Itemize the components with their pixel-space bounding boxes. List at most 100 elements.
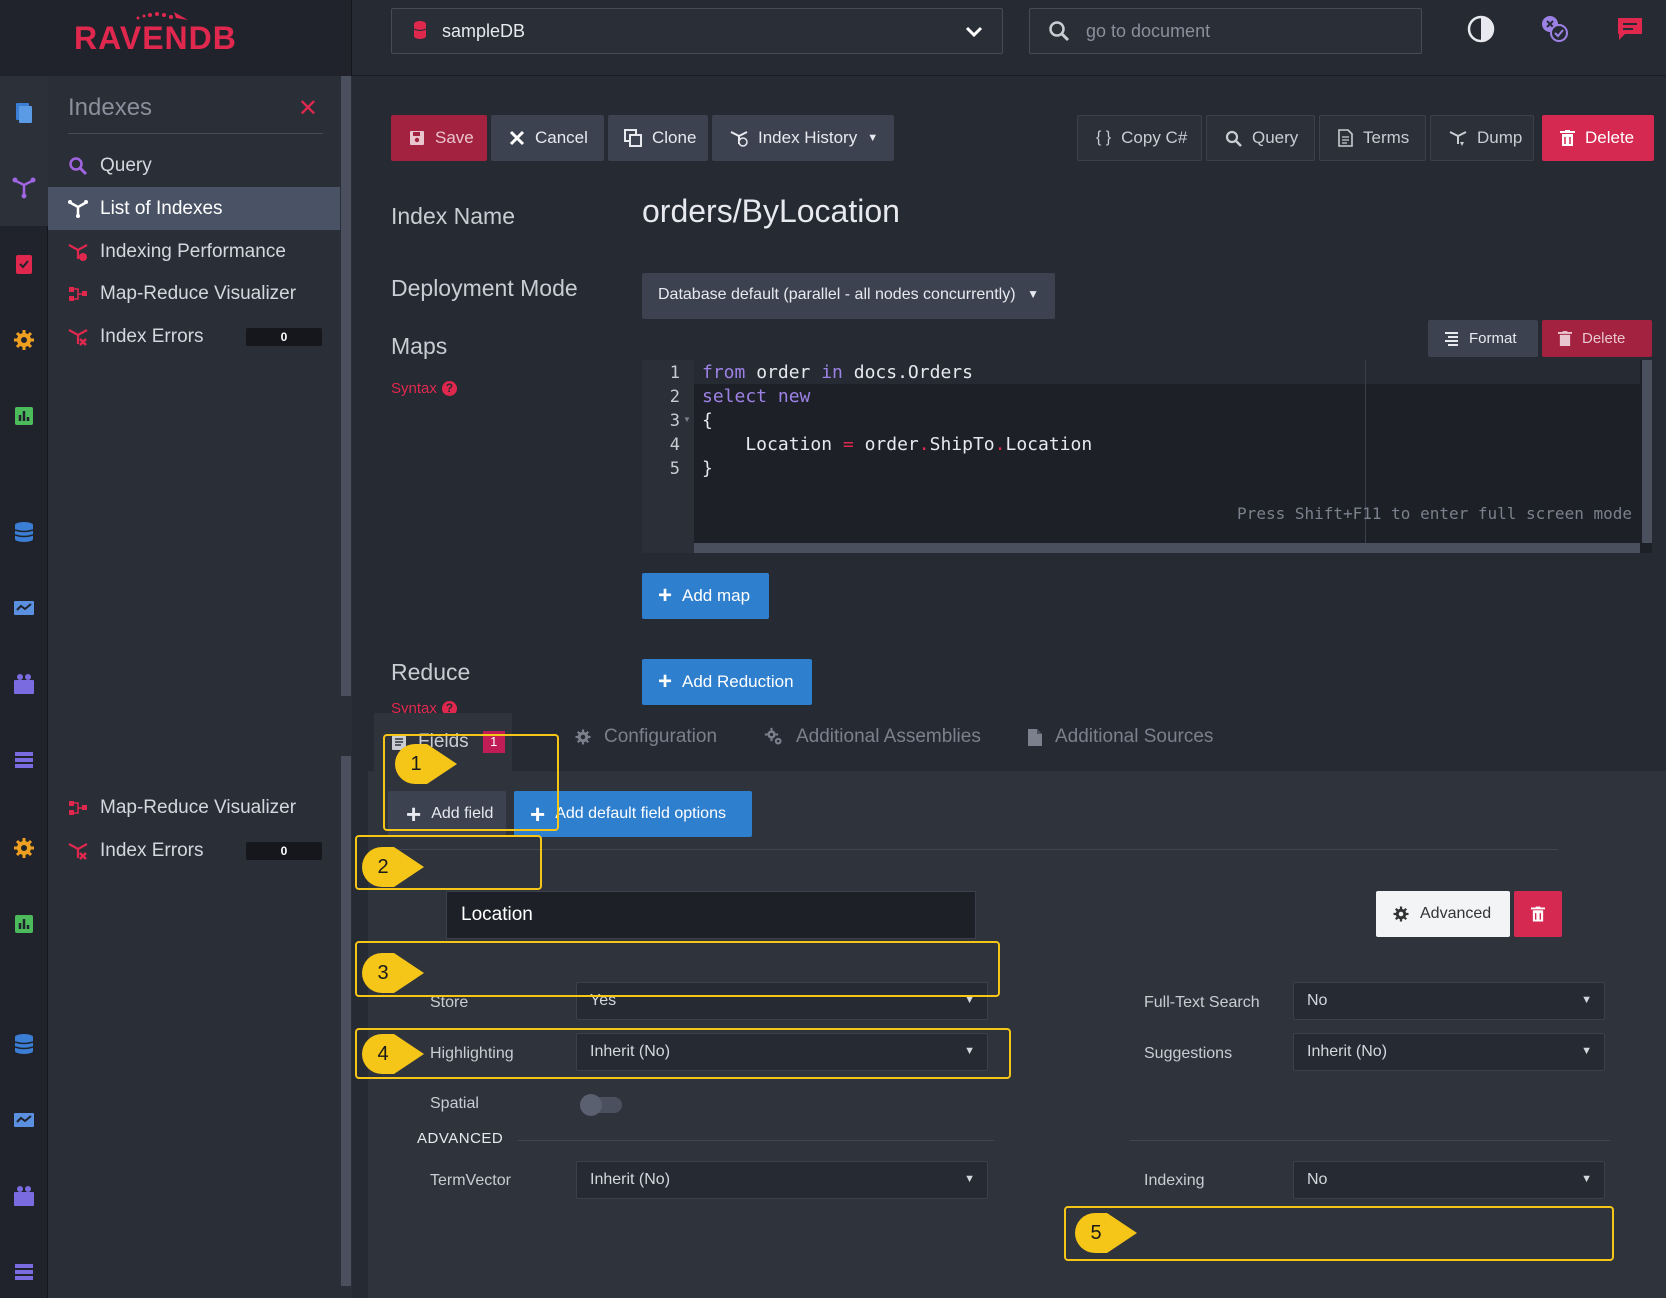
search-input[interactable]	[1086, 17, 1406, 45]
terms-button[interactable]: Terms	[1319, 115, 1426, 161]
copy-csharp-label: Copy C#	[1121, 128, 1188, 147]
field-name-input[interactable]	[446, 891, 976, 939]
suggestions-dropdown[interactable]: Inherit (No) ▼	[1293, 1033, 1605, 1071]
side-panel-scrollbar[interactable]	[340, 76, 352, 1298]
database-name: sampleDB	[442, 21, 526, 41]
deployment-mode-dropdown[interactable]: Database default (parallel - all nodes c…	[642, 273, 1055, 319]
tasks-clipboard-icon[interactable]	[12, 252, 36, 276]
add-map-button[interactable]: + Add map	[642, 573, 769, 619]
map-code-editor[interactable]: 1 2 3 ▼ 4 5 from order in docs.Orders se…	[642, 360, 1652, 553]
maps-syntax-link[interactable]: Syntax?	[391, 380, 457, 397]
caret-down-icon: ▼	[1027, 287, 1039, 301]
go-to-document-search[interactable]	[1029, 8, 1422, 54]
panel-divider	[68, 133, 323, 134]
callout-number: 3	[377, 962, 389, 984]
advanced-label: Advanced	[1420, 905, 1492, 922]
index-history-icon	[730, 131, 748, 147]
advanced-divider-right	[1130, 1140, 1610, 1141]
sidebar-item-index-errors-2[interactable]: Index Errors 0	[48, 829, 342, 872]
sidebar-item-list-of-indexes[interactable]: List of Indexes	[48, 187, 342, 230]
stats-chart-icon[interactable]	[12, 404, 36, 428]
sidebar-item-indexing-performance[interactable]: Indexing Performance	[48, 230, 342, 273]
help-question-icon: ?	[441, 381, 457, 396]
termvector-dropdown[interactable]: Inherit (No) ▼	[576, 1161, 988, 1199]
add-map-label: Add map	[682, 586, 751, 605]
index-name-value[interactable]: orders/ByLocation	[642, 193, 900, 230]
query-button[interactable]: Query	[1206, 115, 1315, 161]
stats-chart-icon-2[interactable]	[12, 912, 36, 936]
index-history-button[interactable]: Index History ▼	[712, 115, 894, 161]
copy-csharp-button[interactable]: { } Copy C#	[1077, 115, 1202, 161]
callout-marker-5: 5	[1075, 1213, 1137, 1253]
feedback-chat-icon[interactable]	[1615, 14, 1645, 44]
tab-additional-sources[interactable]: Additional Sources	[1027, 717, 1213, 757]
advanced-section-heading: ADVANCED	[417, 1130, 504, 1147]
add-default-field-options-label: Add default field options	[555, 805, 726, 822]
add-reduction-button[interactable]: + Add Reduction	[642, 659, 812, 705]
server-list-icon[interactable]	[12, 748, 36, 772]
rail-active-highlight	[0, 76, 48, 226]
theme-contrast-icon[interactable]	[1466, 14, 1496, 44]
format-button[interactable]: Format	[1428, 320, 1538, 357]
delete-map-button[interactable]: Delete	[1542, 320, 1652, 357]
editor-vertical-scrollbar[interactable]	[1642, 360, 1652, 543]
tab-configuration[interactable]: Configuration	[574, 717, 717, 757]
settings-gear-icon[interactable]	[12, 328, 36, 352]
callout-marker-1: 1	[395, 744, 457, 784]
cluster-dashboard-icon-2[interactable]	[12, 1108, 36, 1132]
sidebar-item-label: Query	[100, 155, 152, 176]
cancel-button[interactable]: Cancel	[491, 115, 604, 161]
sidebar-item-map-reduce-visualizer-2[interactable]: Map-Reduce Visualizer	[48, 786, 342, 829]
notification-center-icon[interactable]	[1540, 14, 1570, 44]
sidebar-item-map-reduce-visualizer[interactable]: Map-Reduce Visualizer	[48, 272, 342, 315]
indexes-icon[interactable]	[12, 176, 36, 200]
fold-caret-icon[interactable]: ▼	[683, 415, 691, 424]
clone-button[interactable]: Clone	[608, 115, 708, 161]
database-selector[interactable]: sampleDB	[391, 8, 1003, 54]
cluster-dashboard-icon[interactable]	[12, 596, 36, 620]
sidebar-item-label: Index Errors	[100, 840, 204, 861]
sidebar-item-label: List of Indexes	[100, 198, 223, 219]
sidebar-item-query[interactable]: Query	[48, 144, 342, 187]
advanced-button[interactable]: Advanced	[1376, 891, 1510, 937]
indexing-performance-icon	[68, 244, 88, 261]
code-line-2: select new	[702, 386, 811, 407]
caret-down-icon: ▼	[964, 1173, 975, 1185]
chevron-down-icon	[964, 21, 984, 46]
indexing-dropdown[interactable]: No ▼	[1293, 1161, 1605, 1199]
index-history-label: Index History	[758, 128, 858, 147]
termvector-value: Inherit (No)	[590, 1171, 671, 1188]
documents-icon[interactable]	[12, 100, 36, 124]
line-number: 4	[669, 435, 680, 455]
code-line-3: {	[702, 410, 713, 431]
scrollbar-thumb-2[interactable]	[341, 756, 351, 1286]
ravendb-logo[interactable]: RAVENDB	[74, 20, 237, 57]
delete-index-button[interactable]: Delete	[1542, 115, 1654, 161]
editor-horizontal-scrollbar[interactable]	[694, 543, 1640, 553]
deployment-mode-label: Deployment Mode	[391, 275, 578, 301]
tab-additional-assemblies[interactable]: Additional Assemblies	[764, 717, 981, 757]
full-text-search-dropdown[interactable]: No ▼	[1293, 982, 1605, 1020]
close-icon	[509, 130, 525, 146]
databases-icon[interactable]	[12, 520, 36, 544]
save-button[interactable]: Save	[391, 115, 487, 161]
code-line-5: }	[702, 458, 713, 479]
dump-button[interactable]: Dump	[1430, 115, 1534, 161]
indexing-label: Indexing	[1144, 1172, 1205, 1189]
scrollbar-thumb[interactable]	[341, 76, 351, 696]
terms-label: Terms	[1363, 128, 1410, 147]
settings-gear-icon-2[interactable]	[12, 836, 36, 860]
error-count-badge: 0	[246, 842, 322, 860]
line-number: 1	[669, 363, 680, 383]
index-name-label: Index Name	[391, 203, 516, 229]
spatial-toggle[interactable]	[580, 1094, 622, 1116]
manage-server-icon-2[interactable]	[12, 1184, 36, 1208]
server-list-icon-2[interactable]	[12, 1260, 36, 1284]
save-icon	[410, 131, 424, 145]
databases-icon-2[interactable]	[12, 1032, 36, 1056]
manage-server-icon[interactable]	[12, 672, 36, 696]
line-number: 2	[669, 387, 680, 407]
sidebar-item-index-errors[interactable]: Index Errors 0	[48, 315, 342, 358]
delete-field-button[interactable]	[1514, 891, 1562, 937]
close-icon[interactable]: ✕	[298, 94, 318, 123]
